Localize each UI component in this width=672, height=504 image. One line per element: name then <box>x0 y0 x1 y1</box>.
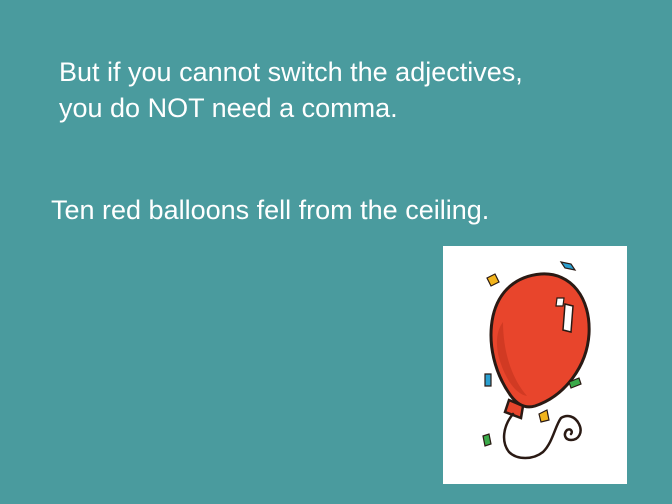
confetti-blue-1 <box>559 261 577 271</box>
balloon-highlight-small <box>555 297 565 307</box>
slide-heading: But if you cannot switch the adjectives,… <box>59 54 649 126</box>
heading-line-1: But if you cannot switch the adjectives, <box>59 57 523 87</box>
example-sentence: Ten red balloons fell from the ceiling. <box>51 195 490 225</box>
balloon-highlight <box>562 303 574 333</box>
balloon-icon <box>482 261 591 460</box>
confetti-yellow-2 <box>538 409 550 423</box>
confetti-yellow-1 <box>486 273 500 287</box>
slide: But if you cannot switch the adjectives,… <box>0 0 672 504</box>
balloon-clipart <box>443 246 627 484</box>
confetti-blue-2 <box>484 373 492 387</box>
heading-line-2: you do NOT need a comma. <box>59 93 398 123</box>
confetti-green-2 <box>482 433 492 447</box>
